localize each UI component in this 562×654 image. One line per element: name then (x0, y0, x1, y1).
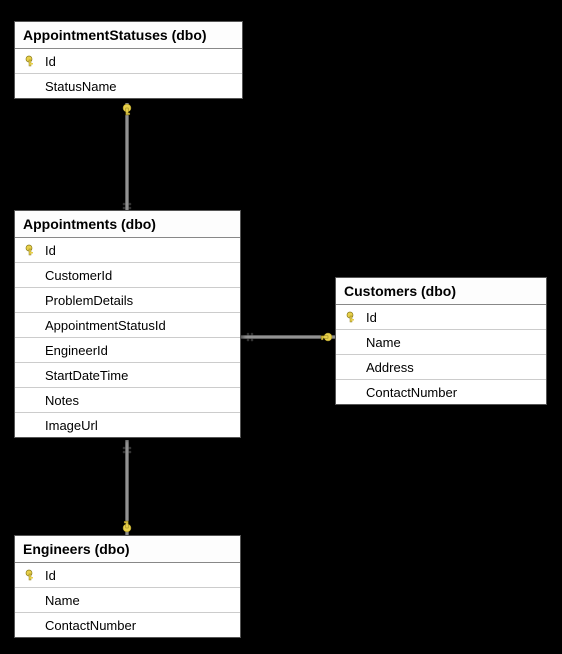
primary-key-icon (342, 311, 362, 323)
table-column-row[interactable]: ContactNumber (336, 380, 546, 404)
column-name: ProblemDetails (41, 293, 133, 308)
table-column-row[interactable]: StartDateTime (15, 363, 240, 388)
primary-key-icon (21, 569, 41, 581)
table-title: Appointments (dbo) (15, 211, 240, 238)
column-name: CustomerId (41, 268, 112, 283)
primary-key-icon (21, 55, 41, 67)
table-title: AppointmentStatuses (dbo) (15, 22, 242, 49)
table-column-row[interactable]: Name (15, 588, 240, 613)
table-column-row[interactable]: AppointmentStatusId (15, 313, 240, 338)
table-customers[interactable]: Customers (dbo) Id Name Address ContactN… (335, 277, 547, 405)
table-title: Engineers (dbo) (15, 536, 240, 563)
column-name: AppointmentStatusId (41, 318, 166, 333)
column-name: Address (362, 360, 414, 375)
column-name: EngineerId (41, 343, 108, 358)
table-title: Customers (dbo) (336, 278, 546, 305)
table-appointments[interactable]: Appointments (dbo) Id CustomerId Problem… (14, 210, 241, 438)
table-column-row[interactable]: ProblemDetails (15, 288, 240, 313)
column-name: Notes (41, 393, 79, 408)
table-column-row[interactable]: Address (336, 355, 546, 380)
column-name: StartDateTime (41, 368, 128, 383)
column-name: Id (41, 54, 56, 69)
column-name: Name (41, 593, 80, 608)
table-column-row[interactable]: CustomerId (15, 263, 240, 288)
column-name: Id (41, 568, 56, 583)
table-column-row[interactable]: StatusName (15, 74, 242, 98)
column-name: ImageUrl (41, 418, 98, 433)
table-column-row[interactable]: Id (336, 305, 546, 330)
column-name: ContactNumber (41, 618, 136, 633)
column-name: Id (362, 310, 377, 325)
column-name: Id (41, 243, 56, 258)
primary-key-icon (21, 244, 41, 256)
table-column-row[interactable]: Id (15, 49, 242, 74)
table-column-row[interactable]: ImageUrl (15, 413, 240, 437)
table-appointment-statuses[interactable]: AppointmentStatuses (dbo) Id StatusName (14, 21, 243, 99)
table-engineers[interactable]: Engineers (dbo) Id Name ContactNumber (14, 535, 241, 638)
table-column-row[interactable]: Id (15, 238, 240, 263)
column-name: Name (362, 335, 401, 350)
table-column-row[interactable]: EngineerId (15, 338, 240, 363)
table-column-row[interactable]: Id (15, 563, 240, 588)
table-column-row[interactable]: Notes (15, 388, 240, 413)
column-name: StatusName (41, 79, 117, 94)
table-column-row[interactable]: ContactNumber (15, 613, 240, 637)
column-name: ContactNumber (362, 385, 457, 400)
table-column-row[interactable]: Name (336, 330, 546, 355)
